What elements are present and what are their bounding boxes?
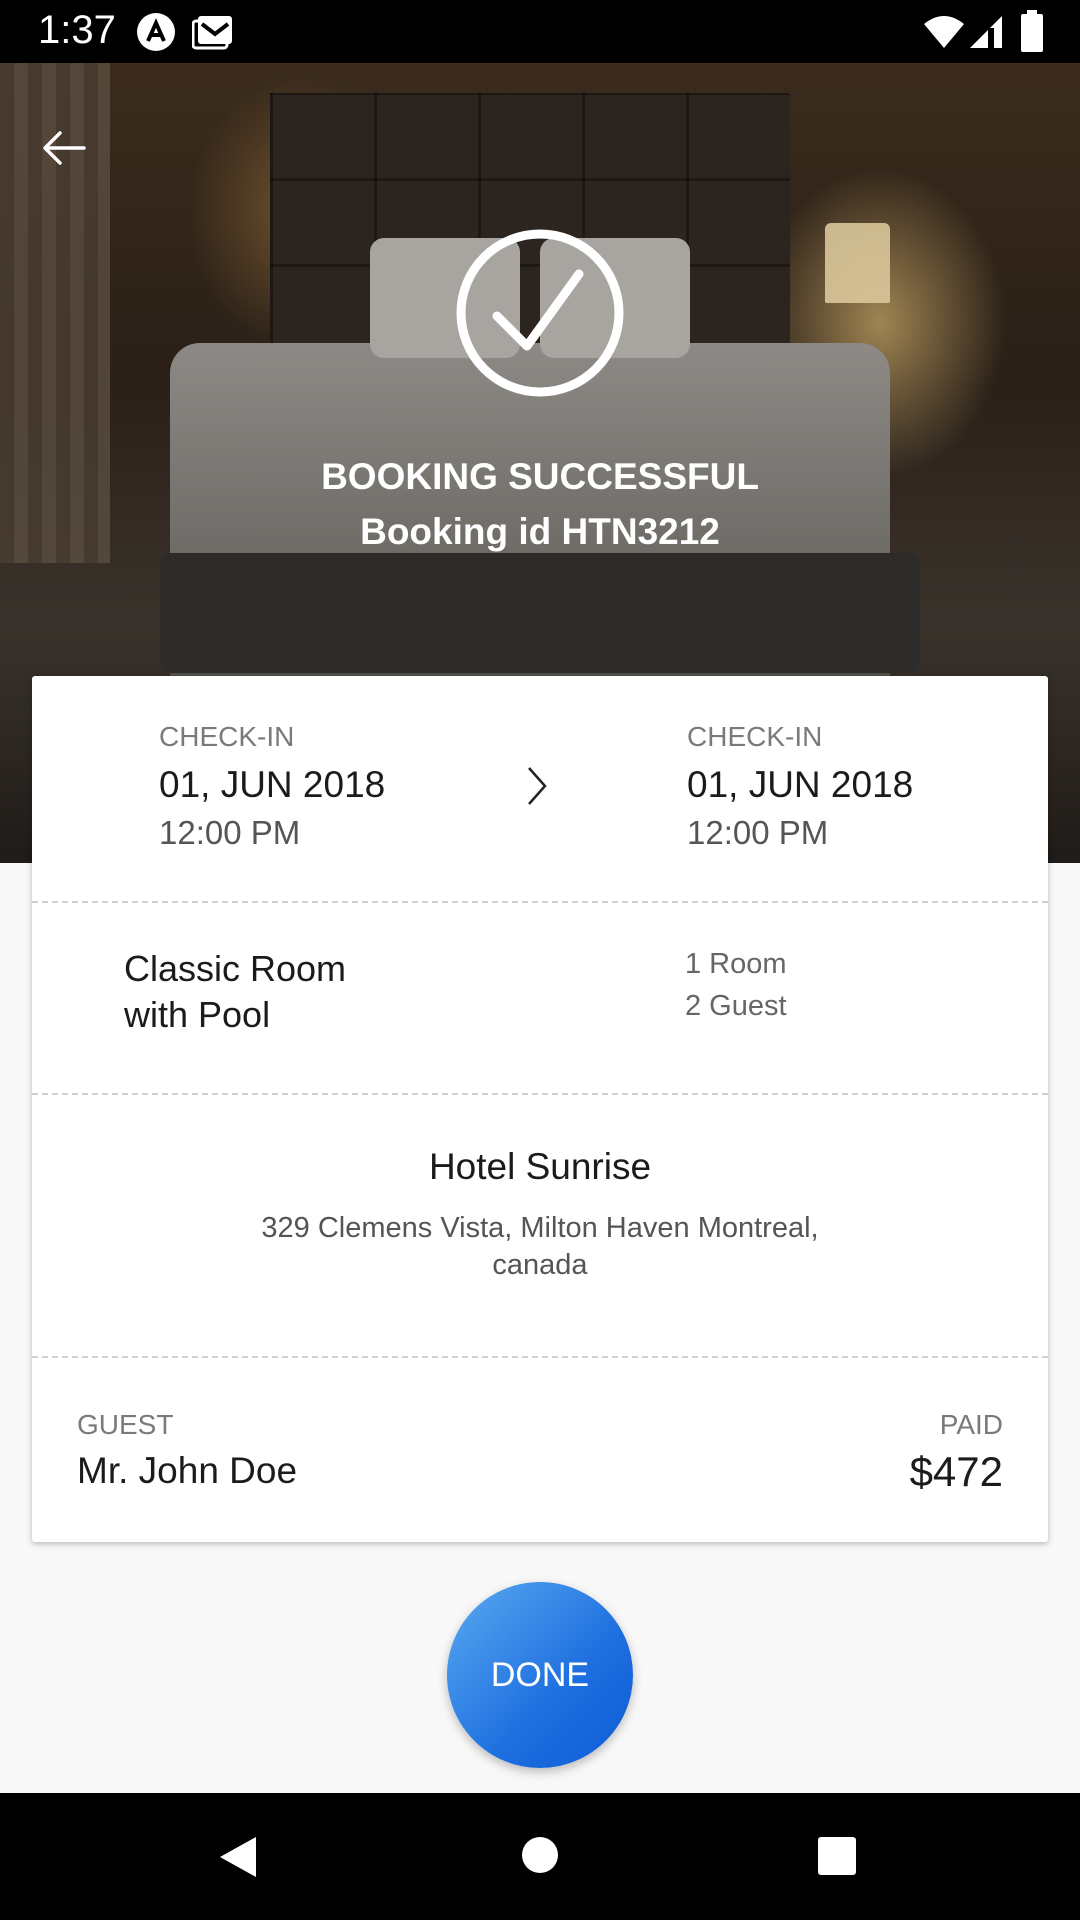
back-arrow-icon[interactable] bbox=[40, 123, 90, 173]
lamp-decor bbox=[825, 223, 890, 303]
checkin-time: 12:00 PM bbox=[159, 814, 301, 851]
bench-decor bbox=[160, 553, 920, 673]
checkout-time: 12:00 PM bbox=[687, 814, 829, 851]
status-bar: 1:37 bbox=[0, 0, 1080, 63]
booking-title: BOOKING SUCCESSFUL bbox=[321, 456, 759, 497]
divider bbox=[32, 1356, 1048, 1358]
paid-label: PAID bbox=[939, 1409, 1003, 1440]
signal-icon bbox=[970, 16, 1002, 48]
checkin-date: 01, JUN 2018 bbox=[159, 764, 386, 805]
divider bbox=[32, 1093, 1048, 1095]
done-label: DONE bbox=[490, 1655, 590, 1694]
battery-icon bbox=[1021, 10, 1043, 52]
room-count: 1 Room bbox=[685, 948, 787, 980]
chevron-right-icon bbox=[528, 767, 547, 805]
guest-count: 2 Guest bbox=[685, 990, 787, 1022]
checkout-label: CHECK-IN bbox=[687, 721, 823, 752]
divider bbox=[32, 901, 1048, 903]
done-button[interactable]: DONE bbox=[447, 1582, 633, 1768]
hotel-address-line1: 329 Clemens Vista, Milton Haven Montreal… bbox=[261, 1212, 819, 1244]
paid-amount: $472 bbox=[909, 1448, 1003, 1495]
guest-label: GUEST bbox=[77, 1409, 174, 1440]
recents-square-icon[interactable] bbox=[816, 1835, 858, 1877]
booking-card: CHECK-IN 01, JUN 2018 12:00 PM CHECK-IN … bbox=[32, 676, 1048, 1542]
room-name-line1: Classic Room bbox=[124, 948, 347, 989]
hotel-name: Hotel Sunrise bbox=[428, 1146, 652, 1187]
app-a-icon bbox=[137, 13, 175, 51]
room-name-line2: with Pool bbox=[124, 994, 271, 1035]
back-triangle-icon[interactable] bbox=[216, 1833, 260, 1881]
checkin-label: CHECK-IN bbox=[159, 721, 295, 752]
booking-id: Booking id HTN3212 bbox=[360, 511, 720, 552]
system-nav-bar bbox=[0, 1793, 1080, 1920]
wifi-icon bbox=[924, 16, 964, 48]
guest-name: Mr. John Doe bbox=[77, 1450, 298, 1491]
check-circle-icon bbox=[456, 229, 624, 397]
home-circle-icon[interactable] bbox=[520, 1835, 560, 1875]
gmail-icon bbox=[192, 16, 232, 50]
hotel-address-line2: canada bbox=[492, 1249, 588, 1281]
status-time: 1:37 bbox=[38, 8, 116, 52]
checkout-date: 01, JUN 2018 bbox=[687, 764, 914, 805]
